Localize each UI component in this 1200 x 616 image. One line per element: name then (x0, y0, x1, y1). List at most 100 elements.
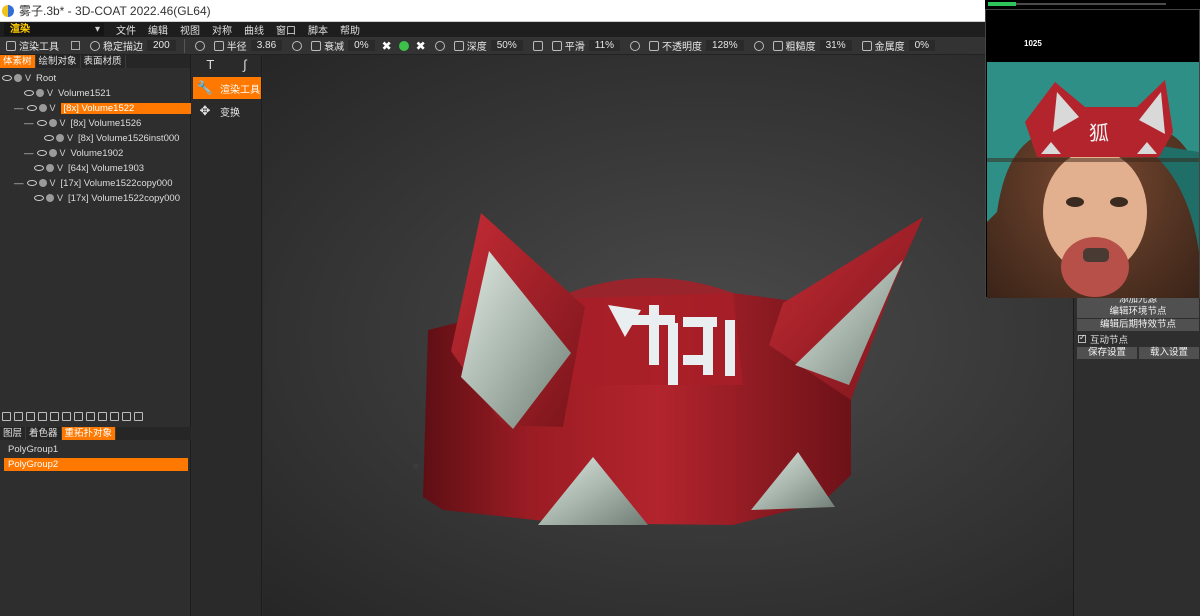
opacity-value[interactable]: 128% (706, 40, 744, 51)
checkbox-icon[interactable] (1078, 333, 1086, 343)
shading-ball-icon[interactable] (36, 89, 44, 97)
lock-icon[interactable] (772, 40, 783, 51)
interactive-nodes-checkbox[interactable]: 互动节点 (1078, 332, 1128, 346)
menu-curves[interactable]: 曲线 (244, 22, 264, 37)
cap-icon[interactable] (74, 411, 83, 421)
tree-item-label: [8x] Volume1522 (60, 102, 191, 114)
tree-row[interactable]: V [64x] Volume1903 (34, 161, 144, 175)
menu-edit[interactable]: 编辑 (148, 22, 168, 37)
falloff-value[interactable]: 0% (348, 40, 375, 51)
shell-icon[interactable] (98, 411, 107, 421)
collapse-icon[interactable]: — (24, 148, 34, 159)
export-icon[interactable] (134, 411, 143, 421)
radius-value[interactable]: 3.86 (250, 40, 283, 51)
menu-help[interactable]: 帮助 (340, 22, 360, 37)
green-status-icon[interactable] (398, 40, 409, 51)
text-tool-icon[interactable]: T (206, 57, 214, 72)
depth-value[interactable]: 50% (490, 40, 523, 51)
lock-icon[interactable] (861, 40, 872, 51)
copy-icon[interactable] (26, 411, 35, 421)
visibility-eye-icon[interactable] (26, 105, 37, 111)
visibility-eye-icon[interactable] (44, 135, 54, 141)
shading-ball-icon[interactable] (38, 179, 47, 187)
tree-item-label: [17x] Volume1522copy000 (60, 177, 173, 189)
tool-transform[interactable]: ✥ 变换 (193, 100, 261, 122)
stabilize-value[interactable]: 200 (147, 40, 176, 51)
3d-viewport[interactable] (263, 55, 1073, 616)
shading-ball-icon[interactable] (38, 104, 47, 112)
tree-row[interactable]: V Root (2, 71, 56, 85)
stabilize-checkbox[interactable] (71, 41, 80, 50)
shading-ball-icon[interactable] (56, 134, 64, 142)
voxel-mode-icon: V (59, 148, 66, 158)
tree-row[interactable]: V [17x] Volume1522copy000 (34, 191, 180, 205)
room-dropdown[interactable]: 渲染 (4, 23, 104, 36)
tool-render[interactable]: 🔧 渲染工具 (193, 77, 261, 99)
tree-row[interactable]: V [8x] Volume1526inst000 (44, 131, 179, 145)
voxel-mode-icon: V (67, 133, 74, 143)
shading-ball-icon[interactable] (48, 119, 57, 127)
visibility-eye-icon[interactable] (34, 165, 44, 171)
close-x-icon[interactable]: ✖ (416, 39, 426, 53)
roughness-value[interactable]: 31% (819, 40, 852, 51)
instance-icon[interactable] (38, 411, 47, 421)
menu-symmetry[interactable]: 对称 (212, 22, 232, 37)
lock-icon[interactable] (311, 40, 322, 51)
tree-row[interactable]: — V Volume1902 (24, 146, 123, 160)
collapse-icon[interactable]: — (24, 118, 34, 129)
visibility-eye-icon[interactable] (2, 75, 12, 81)
menu-file[interactable]: 文件 (116, 22, 136, 37)
polygroup-item[interactable]: PolyGroup1 (4, 443, 188, 456)
load-settings-button[interactable]: 载入设置 (1139, 347, 1199, 359)
visibility-eye-icon[interactable] (36, 120, 47, 126)
opacity-label: 不透明度 (662, 42, 703, 53)
tab-surface-materials[interactable]: 表面材质 (81, 55, 126, 68)
shading-ball-icon[interactable] (14, 74, 22, 82)
save-settings-button[interactable]: 保存设置 (1077, 347, 1137, 359)
document-icon[interactable] (110, 411, 119, 421)
tab-shaders[interactable]: 着色器 (26, 427, 62, 440)
shading-ball-icon[interactable] (48, 149, 57, 157)
curve-tool-icon[interactable]: ∫ (243, 57, 247, 72)
metalness-value[interactable]: 0% (908, 40, 936, 51)
new-folder-icon[interactable] (14, 411, 23, 421)
collapse-icon[interactable]: — (14, 178, 24, 189)
visibility-eye-icon[interactable] (34, 195, 44, 201)
wrench-icon: 🔧 (196, 80, 214, 95)
metalness-label: 金属度 (874, 42, 905, 53)
tab-retopo-objects[interactable]: 重拓扑对象 (61, 427, 117, 440)
visibility-eye-icon[interactable] (26, 180, 37, 186)
edit-environment-nodes-button[interactable]: 编辑环境节点 (1077, 306, 1199, 318)
new-layer-icon[interactable] (2, 411, 11, 421)
menu-view[interactable]: 视图 (180, 22, 200, 37)
shading-ball-icon[interactable] (46, 164, 54, 172)
list-icon[interactable] (86, 411, 95, 421)
visibility-eye-icon[interactable] (36, 150, 47, 156)
trash-icon[interactable] (122, 411, 131, 421)
lock-icon[interactable] (551, 40, 562, 51)
tree-item-label: [64x] Volume1903 (68, 162, 145, 174)
tree-row[interactable]: — V [17x] Volume1522copy000 (14, 176, 173, 190)
tab-paint-objects[interactable]: 绘制对象 (36, 55, 81, 68)
tab-layers[interactable]: 图层 (0, 427, 27, 440)
lock-icon[interactable] (453, 40, 464, 51)
polygroup-item-selected[interactable]: PolyGroup2 (4, 458, 188, 471)
visibility-eye-icon[interactable] (24, 90, 34, 96)
tree-row[interactable]: V Volume1521 (24, 86, 111, 100)
merge-icon[interactable] (50, 411, 59, 421)
menu-script[interactable]: 脚本 (308, 22, 328, 37)
menu-window[interactable]: 窗口 (276, 22, 296, 37)
tree-row-selected[interactable]: — V [8x] Volume1522 (14, 101, 191, 115)
collapse-icon[interactable]: — (14, 103, 24, 114)
edit-post-effects-button[interactable]: 编辑后期特效节点 (1077, 319, 1199, 331)
shading-ball-icon[interactable] (46, 194, 54, 202)
character-reference-art: 狐 (987, 62, 1199, 298)
split-icon[interactable] (62, 411, 71, 421)
smooth-value[interactable]: 11% (588, 40, 621, 51)
lock-icon[interactable] (213, 40, 224, 51)
close-x-icon[interactable]: ✖ (382, 39, 392, 53)
tree-row[interactable]: — V [8x] Volume1526 (24, 116, 141, 130)
tab-voxel-tree[interactable]: 体素树 (0, 55, 36, 68)
lock-icon[interactable] (649, 40, 660, 51)
reference-image-window[interactable]: 1025 狐 (985, 9, 1200, 298)
